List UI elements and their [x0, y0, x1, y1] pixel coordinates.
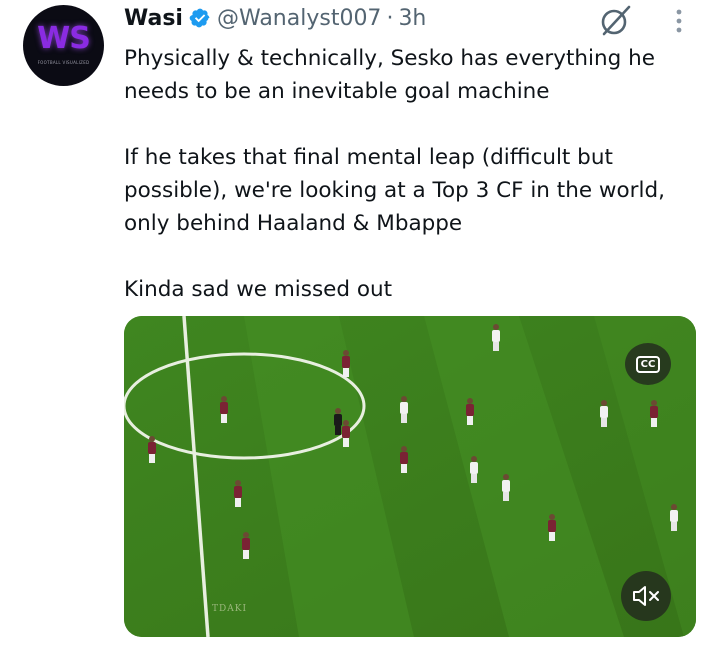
video-player[interactable]: CC TDAKI	[124, 316, 696, 637]
post-time[interactable]: 3h	[398, 6, 426, 31]
avatar-logo-subtext: FOOTBALL VISUALIZED	[37, 60, 90, 65]
grok-icon[interactable]	[598, 4, 632, 38]
football-pitch-frame	[124, 316, 696, 637]
video-watermark: TDAKI	[212, 604, 247, 614]
closed-captions-button[interactable]: CC	[625, 343, 671, 385]
mute-toggle-button[interactable]	[621, 571, 671, 621]
avatar-logo-text: WS	[37, 21, 91, 56]
author-name[interactable]: Wasi	[124, 6, 183, 31]
header-separator: ·	[386, 5, 394, 31]
author-handle[interactable]: @Wanalyst007	[217, 6, 381, 31]
author-avatar[interactable]: WS FOOTBALL VISUALIZED	[23, 5, 104, 86]
tweet-text: Physically & technically, Sesko has ever…	[124, 46, 665, 302]
closed-captions-icon: CC	[635, 355, 661, 373]
more-options-icon[interactable]	[670, 8, 688, 34]
tweet-header: Wasi @Wanalyst007 · 3h	[124, 3, 426, 33]
muted-speaker-icon	[633, 586, 659, 606]
verified-badge-icon	[189, 8, 210, 28]
